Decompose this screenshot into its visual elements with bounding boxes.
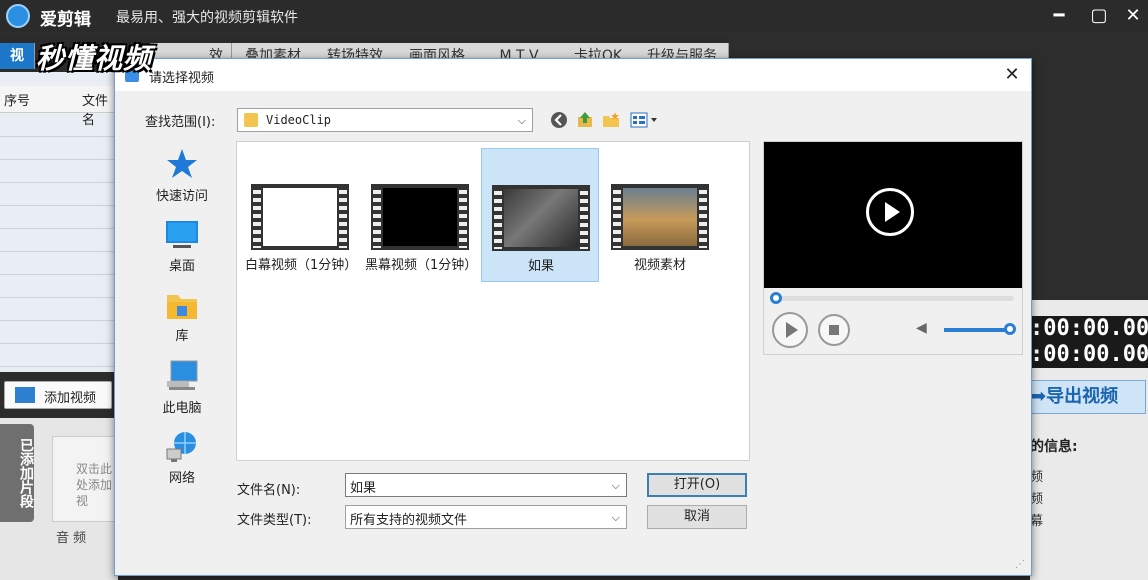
new-folder-icon[interactable] [601, 111, 621, 131]
dialog-titlebar: 请选择视频 ✕ [115, 59, 1031, 91]
list-row[interactable] [0, 183, 118, 206]
export-video-label: 导出视频 [1046, 386, 1119, 407]
minimize-icon[interactable]: ━ [1046, 4, 1072, 28]
places-bar: 快速访问 桌面 库 此电脑 网络 [125, 141, 239, 516]
time-total: :00:00.000 [1030, 342, 1148, 367]
filename-value: 如果 [350, 481, 377, 496]
app-slogan: 最易用、强大的视频剪辑软件 [116, 10, 298, 26]
chevron-down-icon[interactable]: ⌵ [612, 479, 620, 493]
look-in-label: 查找范围(I): [145, 115, 216, 130]
list-row[interactable] [0, 114, 118, 137]
place-label: 桌面 [168, 259, 195, 274]
filetype-select[interactable]: 所有支持的视频文件 ⌵ [345, 505, 627, 529]
preview-panel: ◀︎ [763, 141, 1023, 355]
cancel-button[interactable]: 取消 [647, 505, 747, 529]
view-menu-icon[interactable] [629, 111, 661, 131]
add-clip-hint: 双击此处添加视 [76, 462, 113, 508]
arrow-right-icon: ➡ [1031, 386, 1047, 407]
seek-handle[interactable] [770, 292, 782, 304]
file-item[interactable]: 白幕视频（1分钟） [241, 148, 359, 282]
preview-screen[interactable] [764, 142, 1022, 288]
file-name: 如果 [527, 259, 554, 274]
added-clips-tab[interactable]: 已添加片段 [0, 424, 34, 522]
file-name: 白幕视频（1分钟） [245, 258, 358, 273]
place-quick-access[interactable]: 快速访问 [125, 147, 239, 204]
list-row[interactable] [0, 160, 118, 183]
list-row[interactable] [0, 275, 118, 298]
audio-track-label: 音 频 [56, 531, 87, 546]
list-row[interactable] [0, 252, 118, 275]
app-titlebar: 爱剪辑 最易用、强大的视频剪辑软件 ━ ▢ ✕ [0, 0, 1148, 32]
look-in-value: VideoClip [266, 113, 332, 127]
library-icon [165, 289, 199, 321]
time-current: :00:00.000 [1030, 316, 1148, 341]
place-network[interactable]: 网络 [125, 431, 239, 486]
file-item[interactable]: 视频素材 [601, 148, 719, 282]
place-library[interactable]: 库 [125, 289, 239, 344]
dialog-title: 请选择视频 [149, 71, 215, 86]
info-title: 的信息: [1030, 439, 1078, 455]
place-label: 网络 [168, 471, 195, 486]
filename-input[interactable]: 如果 ⌵ [345, 473, 627, 497]
desktop-icon [165, 219, 199, 251]
network-icon [165, 431, 199, 463]
column-index: 序号 [4, 94, 31, 109]
time-display: :00:00.000 :00:00.000 [1030, 316, 1148, 368]
place-this-pc[interactable]: 此电脑 [125, 359, 239, 416]
open-button[interactable]: 打开(O) [647, 473, 747, 497]
video-thumbnail-icon [251, 184, 349, 250]
watermark: 秒懂视频 [36, 42, 153, 75]
play-button[interactable] [772, 312, 808, 348]
add-video-label: 添加视频 [44, 391, 97, 406]
stop-button[interactable] [818, 314, 850, 346]
video-thumbnail-icon [371, 184, 469, 250]
volume-handle[interactable] [1004, 323, 1016, 335]
star-icon [165, 147, 199, 181]
close-app-icon[interactable]: ✕ [1120, 4, 1146, 28]
close-icon[interactable]: ✕ [999, 63, 1025, 87]
resize-grip-icon[interactable]: ⋰ [1015, 559, 1029, 573]
volume-icon[interactable]: ◀︎ [916, 320, 927, 336]
play-circle-icon[interactable] [866, 188, 914, 236]
list-row[interactable] [0, 206, 118, 229]
export-video-button[interactable]: ➡导出视频 [1030, 380, 1146, 414]
file-list-area[interactable]: 白幕视频（1分钟） 黑幕视频（1分钟） 如果 视频素材 [236, 141, 750, 461]
place-label: 快速访问 [155, 189, 208, 204]
filename-label: 文件名(N): [237, 483, 301, 498]
file-name: 黑幕视频（1分钟） [365, 258, 478, 273]
list-row[interactable] [0, 298, 118, 321]
back-icon[interactable] [549, 111, 569, 131]
folder-icon [244, 113, 258, 127]
open-video-dialog: 请选择视频 ✕ 查找范围(I): VideoClip ⌵ 快速访问 桌面 库 此… [114, 58, 1032, 576]
app-logo-icon [6, 4, 30, 28]
volume-slider[interactable] [944, 328, 1012, 332]
filetype-label: 文件类型(T): [237, 513, 312, 528]
seek-bar[interactable] [774, 296, 1014, 301]
list-row[interactable] [0, 321, 118, 344]
tab-video[interactable]: 视 [0, 43, 35, 69]
file-item[interactable]: 黑幕视频（1分钟） [361, 148, 479, 282]
chevron-down-icon: ⌵ [517, 114, 526, 127]
file-item-selected[interactable]: 如果 [481, 148, 599, 282]
look-in-combo[interactable]: VideoClip ⌵ [237, 108, 533, 132]
up-folder-icon[interactable] [575, 111, 595, 131]
film-add-icon [15, 387, 35, 403]
app-name: 爱剪辑 [40, 10, 91, 30]
list-row[interactable] [0, 229, 118, 252]
video-thumbnail-icon [492, 185, 590, 251]
computer-icon [165, 359, 199, 393]
list-row[interactable] [0, 137, 118, 160]
video-list-header: 序号 文件名 [0, 86, 118, 128]
place-label: 此电脑 [162, 401, 202, 416]
place-desktop[interactable]: 桌面 [125, 219, 239, 274]
chevron-down-icon: ⌵ [611, 511, 620, 524]
filetype-value: 所有支持的视频文件 [350, 513, 468, 528]
list-row[interactable] [0, 344, 118, 367]
video-thumbnail-icon [611, 184, 709, 250]
maximize-icon[interactable]: ▢ [1086, 4, 1112, 28]
place-label: 库 [175, 329, 189, 344]
file-name: 视频素材 [633, 258, 686, 273]
